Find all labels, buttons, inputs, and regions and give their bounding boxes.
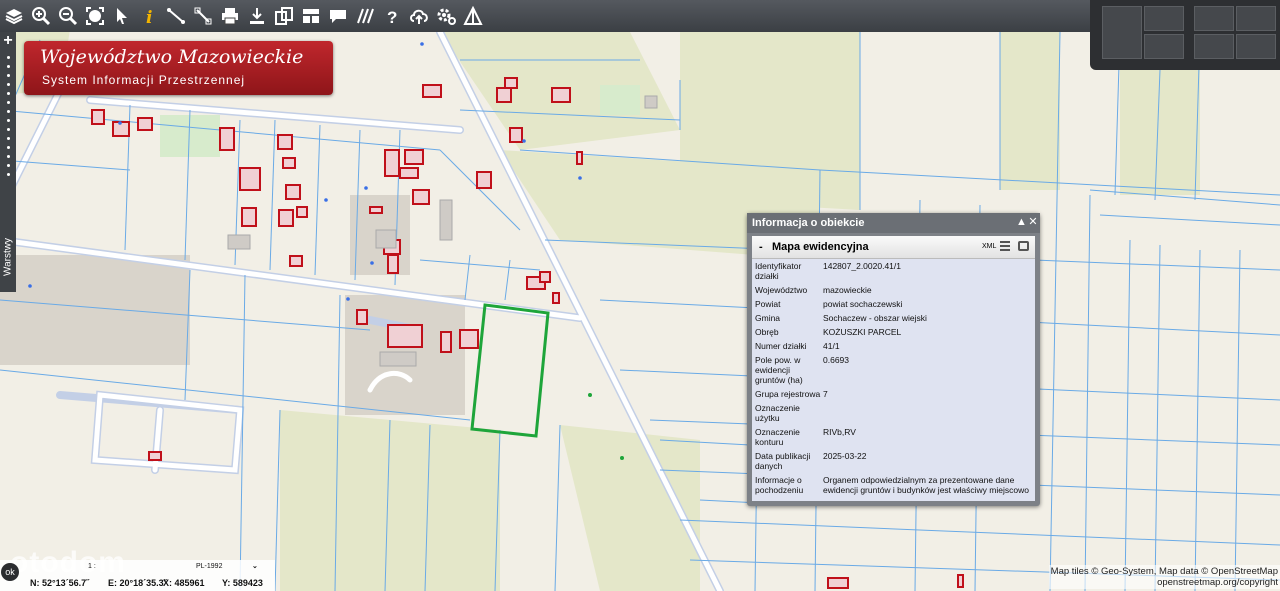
download-icon[interactable] <box>245 3 269 29</box>
measure-line-icon[interactable] <box>164 3 188 29</box>
info-row: Identyfikator działki 142807_2.0020.41/1 <box>752 259 1035 283</box>
comment-icon[interactable] <box>326 3 350 29</box>
info-row: Oznaczenie konturu RIVb,RV <box>752 425 1035 449</box>
latitude-readout: N: 52°13´56.7˝ <box>30 578 90 588</box>
warning-icon[interactable] <box>461 3 485 29</box>
hatch-icon[interactable] <box>353 3 377 29</box>
map-toolbar: i ? <box>0 0 1090 32</box>
info-row: Gmina Sochaczew - obszar wiejski <box>752 311 1035 325</box>
info-row-value: 0.6693 <box>823 355 849 365</box>
info-row-value: 2025-03-22 <box>823 451 867 461</box>
y-coordinate-readout: Y: 589423 <box>222 578 263 588</box>
info-row-label: Oznaczenie konturu <box>755 427 800 447</box>
view-layout-panel <box>1090 0 1280 70</box>
layout-quad-1[interactable] <box>1194 6 1234 31</box>
info-row-value: Organem odpowiedzialnym za prezentowane … <box>823 475 1029 495</box>
map-attribution: Map tiles © Geo-System, Map data © OpenS… <box>1048 565 1280 589</box>
ok-button[interactable]: ok <box>1 563 19 581</box>
zoom-extent-icon[interactable] <box>83 3 107 29</box>
zoom-in-icon[interactable] <box>29 3 53 29</box>
layout-quad-3[interactable] <box>1194 34 1234 59</box>
info-row: Powiat powiat sochaczewski <box>752 297 1035 311</box>
info-row-value: powiat sochaczewski <box>823 299 903 309</box>
object-info-window: Informacja o obiekcie ▲ ✕ - Mapa ewidenc… <box>747 213 1040 506</box>
section-title: Mapa ewidencyjna <box>772 241 869 253</box>
info-row-value: mazowieckie <box>823 285 872 295</box>
info-row-label: Informacje o pochodzeniu <box>755 475 804 495</box>
status-bar: otodom 1 : PL-1992 ⌄ N: 52°13´56.7˝ E: 2… <box>0 546 275 591</box>
info-row-value: KOŻUSZKI PARCEL <box>823 327 902 337</box>
title-banner: Województwo Mazowieckie System Informacj… <box>24 41 333 95</box>
left-zoom-bar: + Warstwy <box>0 32 16 292</box>
info-row: Województwo mazowieckie <box>752 283 1035 297</box>
info-window-title: Informacja o obiekcie <box>752 217 865 229</box>
info-row: Numer działki 41/1 <box>752 339 1035 353</box>
info-row: Pole pow. w ewidencji gruntów (ha) 0.6693 <box>752 353 1035 387</box>
info-row-value: 142807_2.0020.41/1 <box>823 261 901 271</box>
pointer-icon[interactable] <box>110 3 134 29</box>
info-row-label: Pole pow. w ewidencji gruntów (ha) <box>755 355 803 385</box>
info-attribute-table: Identyfikator działki 142807_2.0020.41/1 W… <box>752 259 1035 501</box>
info-icon[interactable]: i <box>137 3 161 29</box>
xml-button[interactable]: XML <box>982 236 996 258</box>
info-row-label: Województwo <box>755 285 808 295</box>
info-row-label: Data publikacji danych <box>755 451 811 471</box>
info-row-value <box>822 403 1035 423</box>
info-row-label: Gmina <box>755 313 781 323</box>
table-icon[interactable] <box>1000 241 1010 251</box>
layout-split-bottom[interactable] <box>1144 34 1184 59</box>
info-row-value: 41/1 <box>823 341 840 351</box>
attribution-link[interactable]: openstreetmap.org/copyright <box>1051 577 1278 588</box>
layers-icon[interactable] <box>2 3 26 29</box>
info-row: Oznaczenie użytku <box>752 401 1035 425</box>
banner-title: Województwo Mazowieckie <box>40 46 304 68</box>
svg-text:i: i <box>146 8 152 26</box>
info-row-label: Powiat <box>755 299 781 309</box>
info-row-label: Obręb <box>755 327 779 337</box>
info-row: Obręb KOŻUSZKI PARCEL <box>752 325 1035 339</box>
print-icon[interactable] <box>1018 241 1029 251</box>
info-row: Grupa rejestrowa 7 <box>752 387 1035 401</box>
close-icon[interactable]: ✕ <box>1028 215 1038 229</box>
zoom-out-icon[interactable] <box>56 3 80 29</box>
info-row-label: Identyfikator działki <box>755 261 802 281</box>
attribution-line-1: Map tiles © Geo-System, Map data © OpenS… <box>1050 566 1278 577</box>
chevron-down-icon[interactable]: ⌄ <box>252 562 258 570</box>
longitude-readout: E: 20°18´35.3˝ <box>108 578 167 588</box>
layers-tab-label: Warstwy <box>2 238 14 276</box>
layout-icon[interactable] <box>299 3 323 29</box>
info-row-label: Grupa rejestrowa <box>755 389 821 399</box>
collapse-arrow-icon[interactable]: ▲ <box>1016 215 1027 229</box>
layout-single-option[interactable] <box>1102 6 1142 59</box>
x-coordinate-readout: X: 485961 <box>163 578 205 588</box>
info-row-label: Oznaczenie użytku <box>755 403 800 423</box>
info-row-value: Sochaczew - obszar wiejski <box>823 313 927 323</box>
layout-split-top[interactable] <box>1144 6 1184 31</box>
info-window-header[interactable]: Informacja o obiekcie <box>747 213 1040 233</box>
info-row: Data publikacji danych 2025-03-22 <box>752 449 1035 473</box>
svg-text:?: ? <box>387 8 397 26</box>
help-icon[interactable]: ? <box>380 3 404 29</box>
layout-quad-4[interactable] <box>1236 34 1276 59</box>
info-row-label: Numer działki <box>755 341 807 351</box>
settings-icon[interactable] <box>434 3 458 29</box>
layout-quad-2[interactable] <box>1236 6 1276 31</box>
cloud-upload-icon[interactable] <box>407 3 431 29</box>
section-collapse-button[interactable]: - <box>759 236 763 258</box>
layers-tab[interactable]: Warstwy <box>0 222 16 292</box>
print-icon[interactable] <box>218 3 242 29</box>
zoom-plus-button[interactable]: + <box>0 32 16 50</box>
info-row: Informacje o pochodzeniu Organem odpowied… <box>752 473 1035 497</box>
info-section-header[interactable]: - Mapa ewidencyjna XML <box>752 236 1035 259</box>
scale-label[interactable]: 1 : <box>88 563 96 570</box>
measure-link-icon[interactable] <box>191 3 215 29</box>
info-row-value: 7 <box>823 389 828 399</box>
copy-icon[interactable] <box>272 3 296 29</box>
info-row-value: RIVb,RV <box>823 427 856 437</box>
status-watermark: otodom <box>10 546 126 579</box>
banner-subtitle: System Informacji Przestrzennej <box>42 73 246 87</box>
crs-selector[interactable]: PL-1992 <box>196 563 222 570</box>
